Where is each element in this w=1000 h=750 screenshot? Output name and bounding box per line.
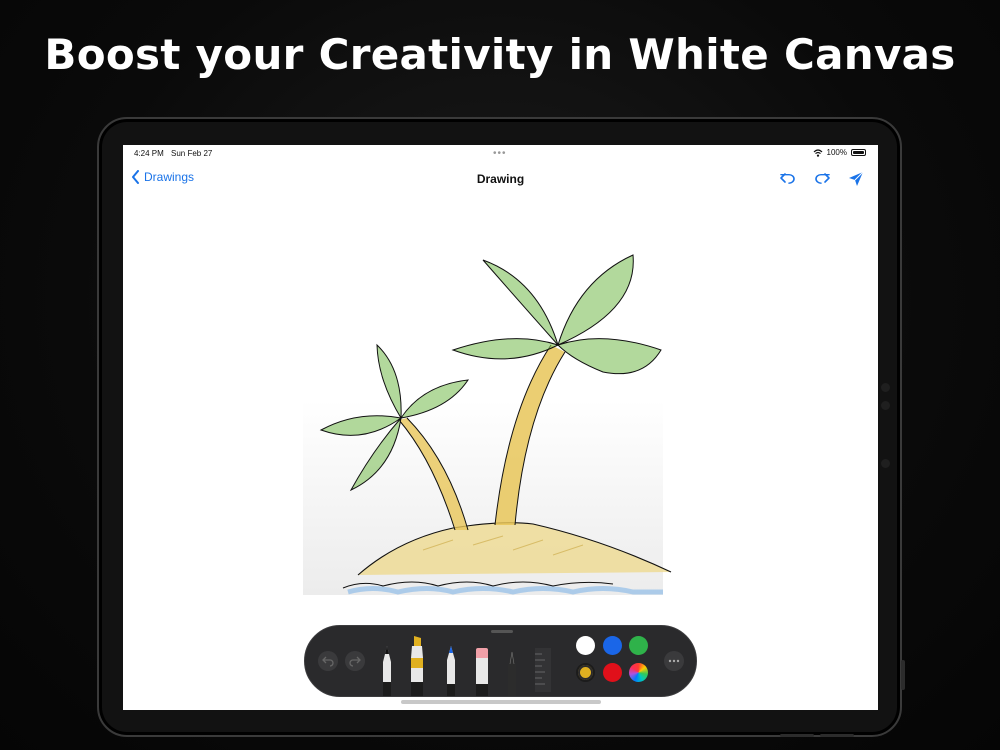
eraser-tool-icon[interactable] [475,646,489,696]
pen-tool-icon[interactable] [380,644,394,696]
side-camera [881,383,890,392]
status-time: 4:24 PM [134,149,164,158]
battery-icon [851,149,866,156]
status-indicators: 100% [813,148,866,157]
side-sensor [881,401,890,410]
wifi-icon [813,148,822,157]
bottom-button-left [780,734,814,737]
drawing-toolbar [304,625,697,697]
toolbar-redo-icon[interactable] [345,651,365,671]
status-bar: 4:24 PM Sun Feb 27 ••• 100% [123,145,878,163]
color-swatch-green[interactable] [629,636,648,655]
color-swatch-yellow-selected[interactable] [576,663,595,682]
home-indicator[interactable] [401,700,601,704]
ellipsis-icon[interactable] [664,651,684,671]
multitasking-dots[interactable]: ••• [493,148,507,159]
undo-icon[interactable] [778,169,798,189]
navigation-bar: Drawings Drawing [123,165,878,193]
marker-tool-icon[interactable] [409,634,425,696]
color-swatch-blue[interactable] [603,636,622,655]
promo-headline: Boost your Creativity in White Canvas [44,30,956,79]
side-sensor-2 [881,459,890,468]
page-title: Drawing [476,172,525,186]
volume-button [901,660,905,690]
bottom-button-right [820,734,854,737]
status-date: Sun Feb 27 [171,149,213,158]
pencil-tool-icon[interactable] [445,644,457,696]
water-stroke [347,586,663,595]
color-swatch-red[interactable] [603,663,622,682]
color-swatch-white[interactable] [576,636,595,655]
nav-actions [778,169,866,189]
redo-icon[interactable] [812,169,832,189]
toolbar-undo-icon[interactable] [318,651,338,671]
lasso-tool-icon[interactable] [506,646,518,696]
toolbar-grip[interactable] [491,630,513,633]
ipad-screen: 4:24 PM Sun Feb 27 ••• 100% Drawings Dra… [123,145,878,710]
ruler-icon[interactable] [533,646,553,694]
send-icon[interactable] [846,169,866,189]
battery-percent: 100% [826,148,847,157]
drawing-canvas[interactable] [303,240,683,595]
color-picker-multicolor-icon[interactable] [629,663,648,682]
